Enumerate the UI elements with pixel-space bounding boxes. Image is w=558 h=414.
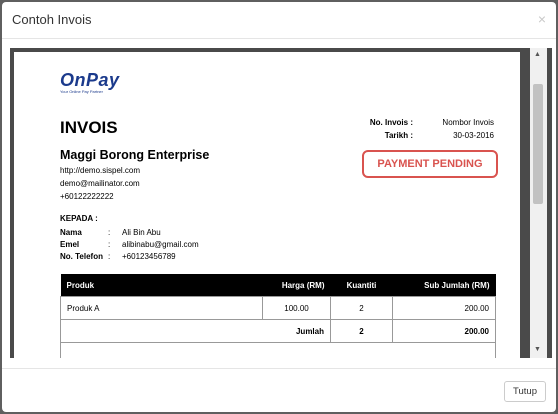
invoice-meta-labels: No. Invois : Tarikh :	[355, 118, 413, 144]
total-label: Jumlah	[60, 319, 331, 343]
pdf-viewer[interactable]: OnPay Your Online Pay Partner INVOIS No.…	[10, 48, 552, 358]
invoice-date-value: 30-03-2016	[453, 131, 494, 140]
company-website: http://demo.sispel.com	[60, 166, 141, 175]
table-empty-row	[60, 342, 496, 358]
invoice-number-value: Nombor Invois	[442, 118, 494, 127]
invoice-modal: Contoh Invois × OnPay Your Online Pay Pa…	[2, 2, 556, 412]
scroll-down-icon[interactable]: ▼	[534, 346, 541, 353]
total-amount: 200.00	[392, 319, 496, 343]
col-header-produk: Produk	[60, 274, 263, 297]
total-qty: 2	[330, 319, 393, 343]
status-badge: PAYMENT PENDING	[362, 150, 498, 178]
items-table: Produk Harga (RM) Kuantiti Sub Jumlah (R…	[60, 274, 496, 358]
invoice-date-label: Tarikh :	[384, 131, 413, 140]
recipient-heading: KEPADA :	[60, 214, 98, 223]
cell-price: 100.00	[262, 296, 331, 320]
tutup-button[interactable]: Tutup	[504, 381, 546, 402]
recipient-email-row: Emel: alibinabu@gmail.com	[60, 240, 199, 249]
close-icon[interactable]: ×	[538, 11, 546, 27]
col-header-subjumlah: Sub Jumlah (RM)	[392, 274, 496, 297]
recipient-phone-label: No. Telefon	[60, 252, 103, 261]
table-row: Produk A 100.00 2 200.00	[60, 296, 496, 320]
modal-title: Contoh Invois	[12, 12, 92, 27]
empty-cell	[60, 342, 496, 358]
cell-qty: 2	[330, 296, 393, 320]
recipient-phone-value: +60123456789	[122, 252, 176, 261]
invoice-number-label: No. Invois :	[369, 118, 413, 127]
col-header-harga: Harga (RM)	[262, 274, 331, 297]
recipient-details: Nama: Ali Bin Abu Emel: alibinabu@gmail.co…	[60, 227, 199, 263]
company-contact: http://demo.sispel.com demo@mailinator.c…	[60, 164, 140, 203]
scroll-up-icon[interactable]: ▲	[534, 51, 541, 58]
scroll-thumb[interactable]	[533, 84, 543, 204]
invoice-title: INVOIS	[60, 118, 118, 137]
col-header-kuantiti: Kuantiti	[330, 274, 393, 297]
table-total-row: Jumlah 2 200.00	[60, 319, 496, 343]
invoice-page: OnPay Your Online Pay Partner INVOIS No.…	[14, 52, 520, 358]
invoice-meta-values: Nombor Invois 30-03-2016	[434, 118, 494, 144]
onpay-logo: OnPay Your Online Pay Partner	[60, 70, 120, 94]
viewer-scrollbar[interactable]: ▲ ▼	[530, 48, 547, 358]
recipient-email-value: alibinabu@gmail.com	[122, 240, 199, 249]
modal-header: Contoh Invois ×	[2, 2, 556, 39]
company-phone: +60122222222	[60, 192, 114, 201]
modal-footer: Tutup	[2, 368, 556, 412]
recipient-phone-row: No. Telefon: +60123456789	[60, 252, 176, 261]
cell-product: Produk A	[60, 296, 263, 320]
logo-text: OnPay	[60, 70, 120, 90]
recipient-name-label: Nama	[60, 228, 82, 237]
company-name: Maggi Borong Enterprise	[60, 148, 210, 162]
recipient-name-row: Nama: Ali Bin Abu	[60, 228, 161, 237]
recipient-email-label: Emel	[60, 240, 80, 249]
company-email: demo@mailinator.com	[60, 179, 140, 188]
cell-subtotal: 200.00	[392, 296, 496, 320]
recipient-name-value: Ali Bin Abu	[122, 228, 161, 237]
table-header-row: Produk Harga (RM) Kuantiti Sub Jumlah (R…	[60, 274, 496, 297]
